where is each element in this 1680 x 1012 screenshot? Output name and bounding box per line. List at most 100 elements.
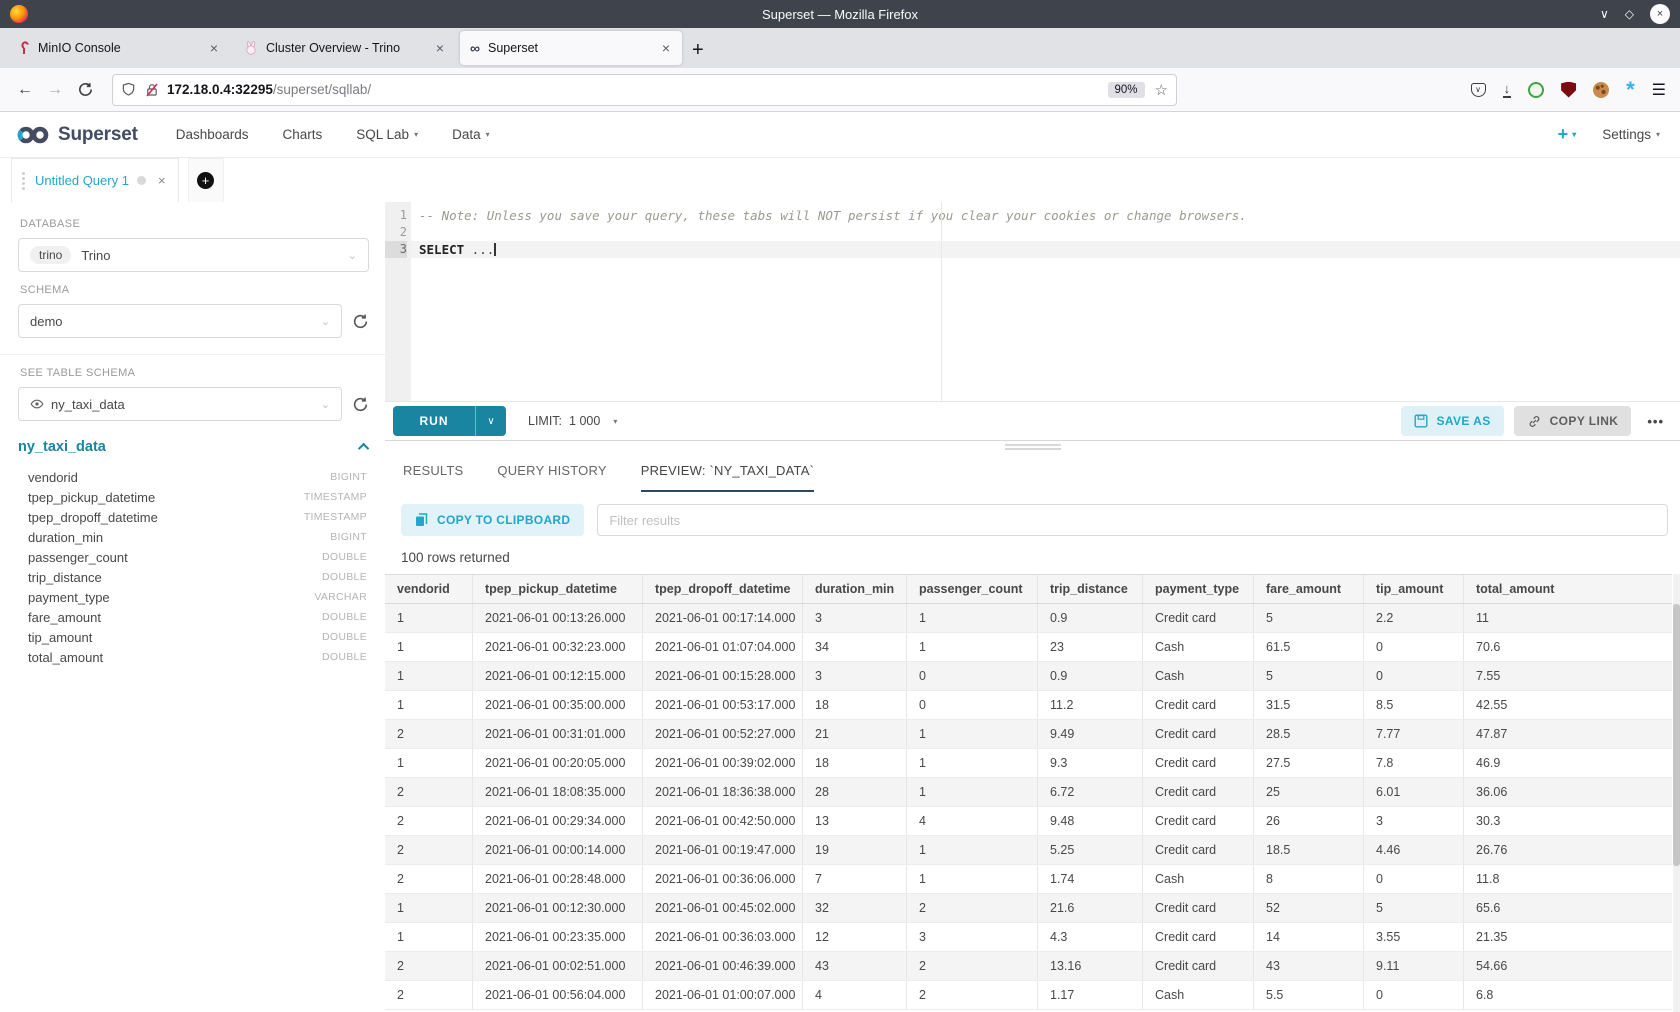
superset-logo[interactable]: Superset (16, 124, 138, 146)
shield-icon[interactable] (121, 82, 136, 97)
table-cell: Credit card (1143, 749, 1254, 777)
limit-dropdown[interactable]: LIMIT: 1 000 ▾ (528, 414, 617, 428)
window-minimize-icon[interactable]: ∨ (1600, 8, 1609, 20)
table-cell: 2021-06-01 18:36:38.000 (643, 778, 803, 806)
table-cell: 2021-06-01 00:17:14.000 (643, 604, 803, 632)
see-table-schema-label: SEE TABLE SCHEMA (20, 367, 369, 379)
refresh-table-icon[interactable] (352, 396, 369, 413)
table-cell: 25 (1254, 778, 1364, 806)
add-query-tab[interactable]: + (188, 158, 224, 202)
copy-link-button[interactable]: COPY LINK (1514, 406, 1632, 436)
table-cell: 1 (385, 691, 473, 719)
run-dropdown-icon[interactable]: ∨ (475, 406, 506, 436)
window-close-icon[interactable]: × (1650, 4, 1670, 24)
table-cell: 9.49 (1038, 720, 1143, 748)
table-cell: 2021-06-01 00:15:28.000 (643, 662, 803, 690)
column-type: VARCHAR (314, 591, 367, 603)
splitter-grip-icon[interactable] (1005, 444, 1061, 450)
query-state-dot (137, 176, 146, 185)
back-icon[interactable]: ← (10, 75, 40, 105)
settings-menu[interactable]: Settings▾ (1602, 127, 1660, 142)
tab-preview[interactable]: PREVIEW: `NY_TAXI_DATA` (641, 450, 814, 492)
table-cell: 2021-06-01 01:07:04.000 (643, 633, 803, 661)
table-scrollbar[interactable] (1673, 574, 1680, 1012)
asterisk-extension-icon[interactable]: * (1626, 85, 1635, 95)
table-select[interactable]: ny_taxi_data ⌄ (18, 387, 342, 421)
reload-icon[interactable] (70, 75, 100, 105)
table-header-cell: payment_type (1143, 575, 1254, 603)
table-cell: 2021-06-01 00:31:01.000 (473, 720, 643, 748)
table-cell: 4.3 (1038, 923, 1143, 951)
table-scrollbar-thumb[interactable] (1673, 604, 1680, 866)
table-cell: 47.87 (1464, 720, 1672, 748)
new-tab-button[interactable]: + (686, 39, 714, 68)
pane-splitter[interactable] (385, 440, 1680, 450)
save-as-button[interactable]: SAVE AS (1401, 406, 1503, 436)
table-cell: 2 (907, 894, 1038, 922)
refresh-schema-icon[interactable] (352, 313, 369, 330)
drag-handle-icon[interactable] (22, 177, 25, 180)
sql-lab-content: 1 2 3 -- Note: Unless you save your quer… (385, 202, 1680, 1012)
table-column-row: tpep_dropoff_datetimeTIMESTAMP (18, 507, 369, 527)
table-cell: 2021-06-01 01:00:07.000 (643, 981, 803, 1009)
copy-to-clipboard-button[interactable]: COPY TO CLIPBOARD (401, 504, 584, 536)
menu-hamburger-icon[interactable]: ☰ (1652, 80, 1666, 100)
clipboard-copy-icon (415, 513, 428, 527)
zoom-level-badge[interactable]: 90% (1108, 82, 1145, 98)
lock-insecure-icon[interactable] (145, 83, 159, 97)
query-tab-close-icon[interactable]: × (158, 173, 166, 188)
window-maximize-icon[interactable]: ◇ (1625, 8, 1634, 20)
table-cell: 2021-06-01 00:46:39.000 (643, 952, 803, 980)
table-cell: Credit card (1143, 691, 1254, 719)
browser-tab-strip: MinIO Console × Cluster Overview - Trino… (0, 28, 1680, 68)
nav-item-sql-lab[interactable]: SQL Lab▾ (356, 127, 418, 142)
table-cell: 34 (803, 633, 907, 661)
table-cell: 1 (907, 749, 1038, 777)
tab-close-icon[interactable]: × (658, 40, 674, 56)
ublock-origin-icon[interactable] (1561, 82, 1576, 98)
table-cell: 1 (907, 865, 1038, 893)
cookie-extension-icon[interactable] (1593, 82, 1609, 98)
tab-query-history[interactable]: QUERY HISTORY (497, 450, 606, 492)
privacy-extension-icon[interactable] (1528, 82, 1544, 98)
run-button-label[interactable]: RUN (393, 406, 475, 436)
query-tab-active[interactable]: Untitled Query 1 × (11, 158, 179, 202)
tab-results[interactable]: RESULTS (403, 450, 463, 492)
table-cell: 36.06 (1464, 778, 1672, 806)
caret-down-icon: ▾ (486, 130, 490, 139)
table-schema-header[interactable]: ny_taxi_data (18, 439, 369, 455)
add-new-button[interactable]: +▾ (1558, 124, 1577, 145)
superset-navbar: Superset Dashboards Charts SQL Lab▾ Data… (0, 112, 1680, 158)
forward-icon[interactable]: → (40, 75, 70, 105)
browser-tab-trino[interactable]: Cluster Overview - Trino × (234, 31, 456, 65)
sql-rest: ... (464, 242, 494, 257)
schema-select[interactable]: demo ⌄ (18, 304, 342, 338)
editor-code[interactable]: -- Note: Unless you save your query, the… (411, 202, 1680, 401)
filter-results-input[interactable] (597, 504, 1668, 536)
sql-editor[interactable]: 1 2 3 -- Note: Unless you save your quer… (385, 202, 1680, 402)
table-cell: 2021-06-01 00:00:14.000 (473, 836, 643, 864)
table-column-row: fare_amountDOUBLE (18, 607, 369, 627)
table-cell: 1 (907, 778, 1038, 806)
nav-item-data[interactable]: Data▾ (452, 127, 490, 142)
nav-item-charts[interactable]: Charts (283, 127, 323, 142)
url-bar[interactable]: 172.18.0.4:32295/superset/sqllab/ 90% ☆ (112, 74, 1177, 106)
table-cell: 5.5 (1254, 981, 1364, 1009)
tab-close-icon[interactable]: × (432, 40, 448, 56)
run-button[interactable]: RUN ∨ (393, 406, 506, 436)
chevron-up-icon[interactable] (358, 443, 369, 454)
browser-tab-minio[interactable]: MinIO Console × (8, 31, 230, 65)
bookmark-star-icon[interactable]: ☆ (1155, 81, 1168, 99)
more-options-button[interactable]: ••• (1641, 414, 1670, 429)
downloads-icon[interactable]: ↓ (1503, 82, 1512, 98)
table-cell: 2021-06-01 00:19:47.000 (643, 836, 803, 864)
browser-tab-superset[interactable]: ∞ Superset × (460, 31, 682, 65)
nav-item-dashboards[interactable]: Dashboards (176, 127, 249, 142)
table-cell: Credit card (1143, 778, 1254, 806)
tab-close-icon[interactable]: × (206, 40, 222, 56)
run-toolbar-right: SAVE AS COPY LINK ••• (1401, 406, 1670, 436)
pocket-icon[interactable]: ∨ (1471, 83, 1486, 97)
database-select[interactable]: trino Trino ⌄ (18, 238, 369, 272)
print-margin-line (941, 202, 942, 401)
column-name: duration_min (28, 530, 103, 545)
